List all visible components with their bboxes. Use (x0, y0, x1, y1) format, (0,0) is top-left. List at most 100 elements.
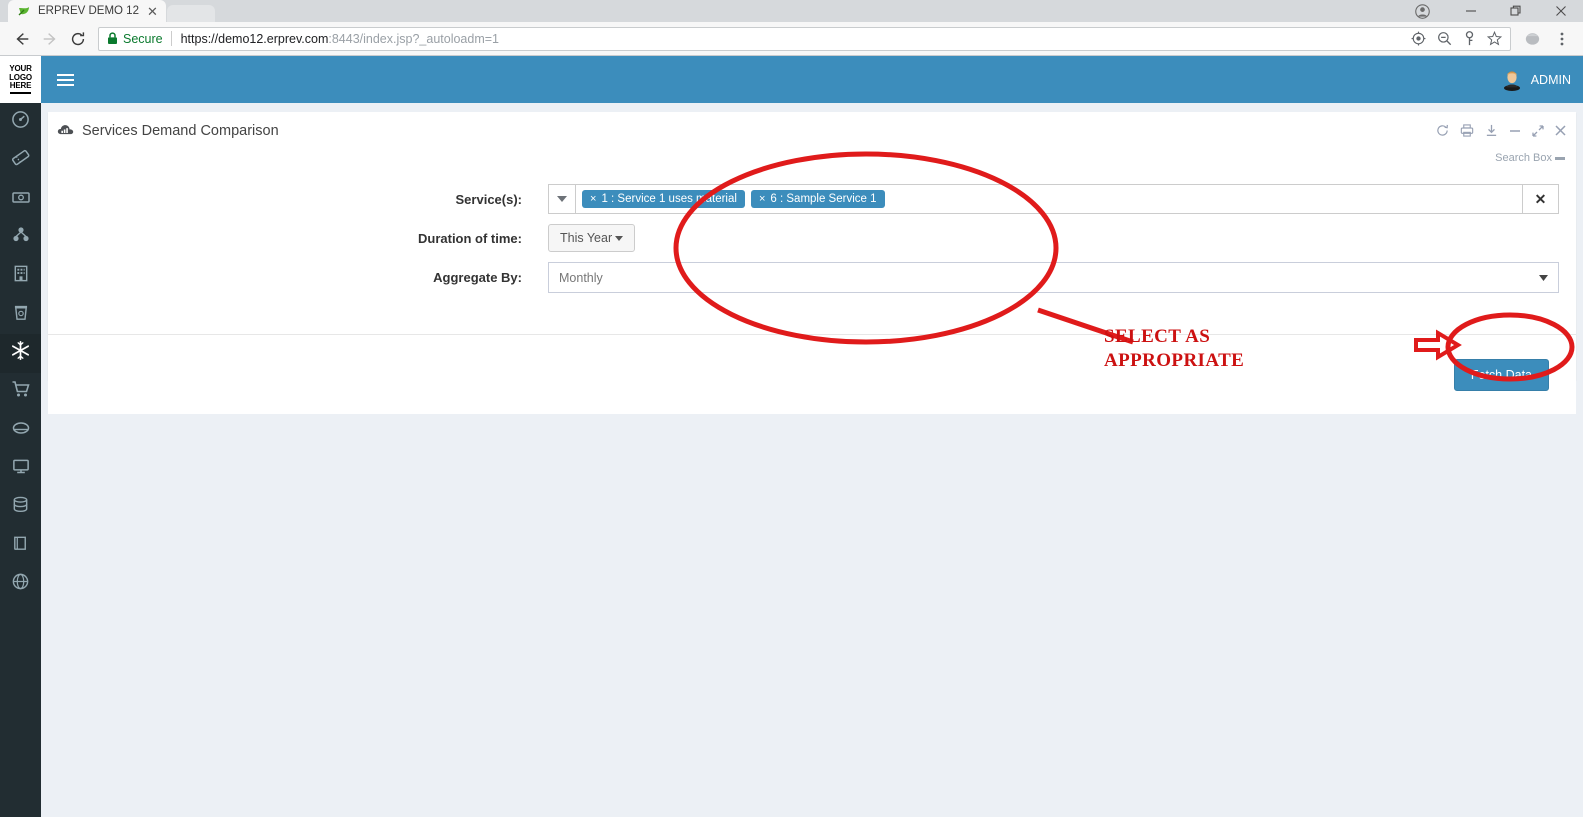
sidebar-item-inventory[interactable] (0, 411, 41, 450)
page-title: Services Demand Comparison (57, 121, 279, 140)
tag-label: 1 : Service 1 uses material (601, 193, 737, 205)
services-demand-panel: Services Demand Comparison Search Box Se… (48, 112, 1576, 414)
reload-icon[interactable] (64, 25, 92, 53)
sidebar-item-dashboard[interactable] (0, 103, 41, 142)
duration-value: This Year (560, 231, 613, 245)
top-navbar: ADMIN (41, 56, 1583, 103)
tag-label: 6 : Sample Service 1 (770, 193, 877, 205)
duration-dropdown-button[interactable]: This Year (548, 224, 636, 252)
back-arrow-icon[interactable] (8, 25, 36, 53)
application-root: YOUR LOGO HERE ADMIN Services Demand Com… (0, 56, 1583, 817)
address-bar-url: https://demo12.erprev.com:8443/index.jsp… (181, 32, 499, 46)
database-icon (11, 495, 30, 519)
fetch-data-button[interactable]: Fetch Data (1453, 358, 1549, 391)
sidebar-item-web[interactable] (0, 565, 41, 604)
filter-form: Service(s): × 1 : Service 1 uses materia… (48, 146, 1576, 293)
extension-globe-icon[interactable] (1519, 26, 1545, 52)
disc-stack-icon (11, 418, 31, 443)
sidebar-item-facilities[interactable] (0, 257, 41, 296)
lock-icon (107, 32, 118, 45)
bar-chart-cloud-icon (57, 121, 74, 140)
browser-tab-title: ERPREV DEMO 12 (38, 5, 139, 17)
caret-down-icon (615, 235, 624, 241)
erprev-leaf-favicon (18, 5, 31, 18)
book-icon (11, 534, 30, 558)
url-path: :8443/index.jsp?_autoloadm=1 (328, 31, 499, 46)
address-bar[interactable]: Secure https://demo12.erprev.com:8443/in… (98, 26, 1511, 51)
monitor-screen-icon (11, 457, 31, 481)
duration-label: Duration of time: (418, 230, 522, 246)
window-close-icon[interactable] (1538, 0, 1583, 22)
content-area: Services Demand Comparison Search Box Se… (41, 103, 1583, 817)
omnibox-icons (1411, 31, 1504, 46)
sidebar-item-finance[interactable] (0, 180, 41, 219)
chrome-menu-icon[interactable] (1549, 26, 1575, 52)
password-key-icon[interactable] (1463, 31, 1476, 46)
trash-bin-icon (12, 303, 30, 327)
panel-footer: Fetch Data (48, 334, 1576, 414)
panel-title-text: Services Demand Comparison (82, 122, 279, 139)
sidebar-item-monitoring[interactable] (0, 450, 41, 489)
browser-tab-strip: ERPREV DEMO 12 ✕ (0, 0, 1583, 22)
selected-service-tag[interactable]: × 1 : Service 1 uses material (582, 190, 745, 208)
clear-x-icon[interactable]: ✕ (1523, 184, 1559, 214)
sidebar-item-tickets[interactable] (0, 142, 41, 181)
user-label: ADMIN (1530, 72, 1571, 87)
download-icon[interactable] (1485, 124, 1498, 137)
location-target-icon[interactable] (1411, 31, 1426, 46)
user-avatar-icon (1501, 69, 1523, 91)
panel-body: Search Box Service(s): × 1: Service 1 u… (48, 146, 1576, 414)
services-tag-field[interactable]: × 1 : Service 1 uses material × 6 : Samp… (576, 184, 1523, 214)
bookmark-star-icon[interactable] (1487, 31, 1502, 46)
refresh-icon[interactable] (1436, 124, 1449, 137)
omnibox-divider (170, 31, 172, 46)
tag-remove-icon[interactable]: × (759, 193, 765, 205)
profile-avatar-icon[interactable] (1396, 0, 1448, 22)
form-row-duration: Duration of time: This Year (48, 224, 1576, 252)
sidebar-item-organization[interactable] (0, 219, 41, 258)
dropdown-caret-icon[interactable] (548, 184, 576, 214)
sidebar-item-library[interactable] (0, 527, 41, 566)
tickets-icon (11, 148, 31, 173)
tabstrip-leading-gap (0, 0, 8, 22)
minimize-icon[interactable] (1448, 0, 1493, 22)
search-box-toggle[interactable]: Search Box (1495, 152, 1565, 164)
shopping-cart-icon (11, 379, 31, 404)
browser-toolbar: Secure https://demo12.erprev.com:8443/in… (0, 22, 1583, 56)
sidebar-item-services[interactable] (0, 334, 41, 373)
aggregate-select[interactable]: Monthly (548, 262, 1559, 293)
forward-arrow-icon[interactable] (36, 25, 64, 53)
toolbar-extensions (1519, 26, 1575, 52)
zoom-out-icon[interactable] (1437, 31, 1452, 46)
services-multiselect[interactable]: × 1 : Service 1 uses material × 6 : Samp… (548, 184, 1559, 214)
sidebar-item-database[interactable] (0, 488, 41, 527)
snowflake-icon (10, 340, 31, 366)
window-controls (1396, 0, 1583, 22)
sidebar-item-waste[interactable] (0, 296, 41, 335)
search-box-toggle-icon (1555, 156, 1565, 160)
left-sidebar: YOUR LOGO HERE (0, 56, 41, 817)
hamburger-menu-icon[interactable] (47, 56, 83, 103)
navbar-user-menu[interactable]: ADMIN (1501, 69, 1583, 91)
tab-close-icon[interactable]: ✕ (145, 4, 160, 19)
browser-tab[interactable]: ERPREV DEMO 12 ✕ (8, 0, 166, 22)
expand-arrows-icon[interactable] (1532, 124, 1544, 137)
app-logo[interactable]: YOUR LOGO HERE (0, 56, 41, 103)
form-row-services: Service(s): × 1 : Service 1 uses materia… (48, 184, 1576, 214)
tag-remove-icon[interactable]: × (590, 193, 596, 205)
search-box-label: Search Box (1495, 152, 1552, 164)
sidebar-item-purchasing[interactable] (0, 373, 41, 412)
printer-icon[interactable] (1460, 124, 1474, 137)
maximize-restore-icon[interactable] (1493, 0, 1538, 22)
logo-line-3: HERE (9, 81, 31, 94)
selected-service-tag[interactable]: × 6 : Sample Service 1 (750, 190, 885, 208)
form-row-aggregate: Aggregate By: Monthly (48, 262, 1576, 293)
panel-tool-buttons (1436, 124, 1566, 137)
aggregate-value: Monthly (559, 270, 603, 285)
select-caret-icon (1539, 271, 1548, 285)
minus-icon[interactable] (1509, 125, 1521, 137)
services-label: Service(s): (455, 191, 522, 207)
new-tab-ghost[interactable] (167, 5, 215, 22)
building-icon (12, 264, 30, 288)
close-x-icon[interactable] (1555, 125, 1566, 136)
